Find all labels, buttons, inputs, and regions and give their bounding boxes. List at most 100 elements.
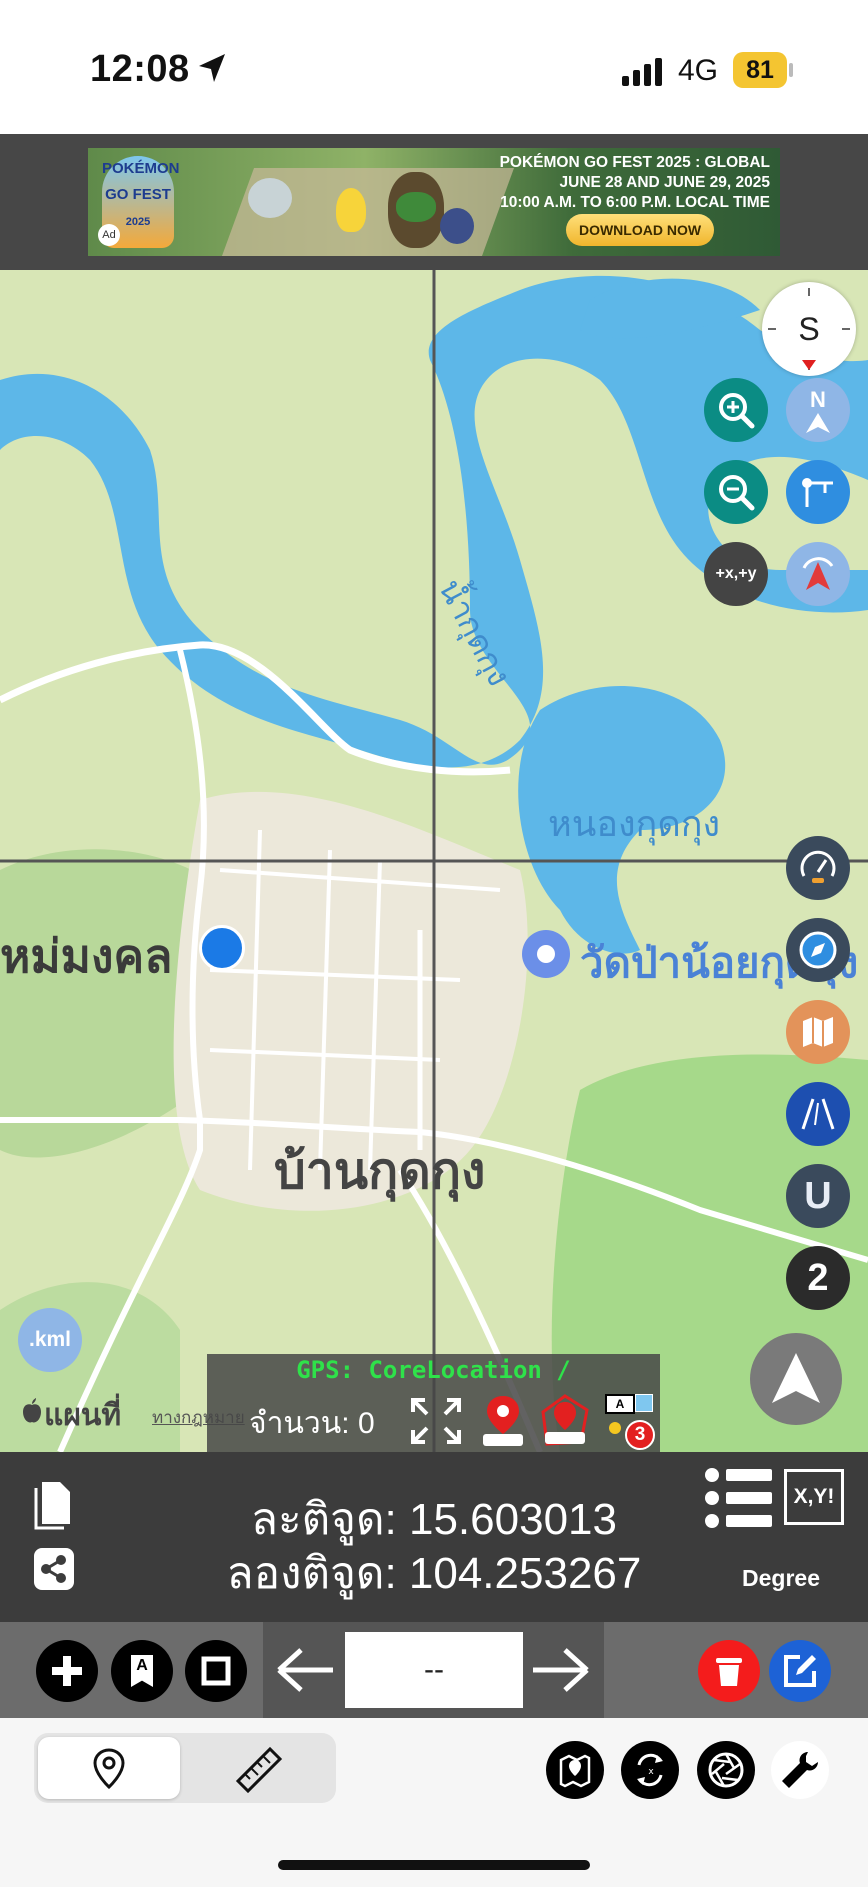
edit-button[interactable]: [769, 1640, 831, 1702]
coordinate-offset-button[interactable]: +x,+y: [704, 542, 768, 606]
list-button[interactable]: [704, 1467, 774, 1529]
ad-line-3: 10:00 A.M. TO 6:00 P.M. LOCAL TIME: [500, 194, 770, 211]
apple-logo-icon: [23, 1398, 41, 1423]
magnet-button[interactable]: U: [786, 1164, 850, 1228]
plus-icon: [52, 1656, 82, 1686]
map-pin-icon: [483, 1396, 523, 1446]
north-up-button[interactable]: N: [786, 378, 850, 442]
poi-dot: [537, 945, 555, 963]
magnet-icon: U: [804, 1174, 832, 1217]
speedometer-icon: [800, 850, 836, 883]
map-canvas: [0, 270, 868, 1452]
page-indicator[interactable]: --: [345, 1632, 523, 1708]
ad-line-2: JUNE 28 AND JUNE 29, 2025: [559, 174, 771, 191]
map-type-button[interactable]: [786, 1000, 850, 1064]
speedometer-button[interactable]: [786, 836, 850, 900]
map-marker-icon: [559, 1754, 591, 1788]
map-view[interactable]: น้ำกุดกุง หนองกุดกุง หม่มงคล วัดป่าน้อยก…: [0, 270, 868, 1452]
add-button[interactable]: [36, 1640, 98, 1702]
settings-button[interactable]: [771, 1741, 829, 1799]
label-a-icon: A: [605, 1394, 635, 1414]
convert-button[interactable]: x: [621, 1741, 679, 1799]
xy-convert-button[interactable]: X,Y!: [784, 1469, 844, 1525]
add-pin-button[interactable]: [479, 1394, 527, 1448]
road-mode-button[interactable]: [786, 1082, 850, 1146]
ad-line-1: POKÉMON GO FEST 2025 : GLOBAL: [499, 154, 770, 171]
camera-button[interactable]: [697, 1741, 755, 1799]
navigation-arrow-icon: [802, 557, 834, 590]
next-arrow-icon[interactable]: [531, 1646, 591, 1694]
temple-poi-icon[interactable]: [522, 930, 570, 978]
label-layers-button[interactable]: A 3: [599, 1394, 655, 1450]
map-search-button[interactable]: [546, 1741, 604, 1799]
current-location-dot: [199, 925, 245, 971]
swap-icon: x: [637, 1753, 663, 1787]
edit-icon: [784, 1655, 816, 1687]
signal-icon: [622, 58, 662, 86]
download-now-button[interactable]: DOWNLOAD NOW: [566, 214, 714, 246]
battery-cap: [789, 63, 793, 77]
coordinate-panel: ละติจูด: 15.603013 ลองติจูด: 104.253267 …: [0, 1452, 868, 1622]
zoom-in-button[interactable]: [704, 378, 768, 442]
north-arrow-icon: [806, 413, 830, 433]
compass-button[interactable]: S: [762, 282, 856, 376]
pin-area-button[interactable]: [537, 1392, 593, 1450]
ad-banner[interactable]: POKÉMON GO FEST 2025 Ad POKÉMON GO FEST …: [88, 148, 780, 256]
pond-label: หนองกุดกุง: [548, 803, 721, 844]
village-west-label: หม่มงคล: [0, 930, 173, 982]
ad-pokemon-graphic: [248, 178, 292, 218]
ruler-icon: [235, 1746, 283, 1793]
ad-logo-year: 2025: [125, 216, 151, 228]
gps-panel: GPS: CoreLocation / จำนวน: 0 A 3: [207, 1354, 660, 1452]
gps-source-label: GPS: CoreLocation /: [296, 1356, 571, 1384]
aperture-icon: [708, 1752, 744, 1788]
home-indicator[interactable]: [278, 1860, 590, 1870]
trash-icon: [716, 1658, 742, 1686]
folded-map-icon: [803, 1017, 833, 1047]
label-tag-icon: A: [131, 1655, 153, 1687]
add-label-button[interactable]: A: [111, 1640, 173, 1702]
status-bar: 12:08 4G 81: [0, 0, 868, 134]
dot-icon: [609, 1422, 621, 1434]
map-pin-outline-icon: [93, 1748, 125, 1790]
svg-text:x: x: [648, 1767, 654, 1777]
kml-button[interactable]: .kml: [18, 1308, 82, 1372]
point-count: จำนวน: 0: [249, 1407, 375, 1440]
status-time: 12:08: [90, 48, 190, 90]
location-arrow-icon: [199, 54, 225, 82]
zoom-out-icon: [719, 475, 755, 511]
list-icon: [705, 1468, 772, 1528]
edit-toolbar: A --: [0, 1622, 868, 1718]
tab-pin-mode[interactable]: [38, 1737, 180, 1799]
pikachu-graphic: [336, 188, 366, 232]
expand-icon: [411, 1398, 461, 1444]
network-label: 4G: [678, 54, 719, 87]
add-area-button[interactable]: [185, 1640, 247, 1702]
navigate-button[interactable]: [786, 542, 850, 606]
compass-mode-button[interactable]: [786, 918, 850, 982]
delete-button[interactable]: [698, 1640, 760, 1702]
zoom-out-button[interactable]: [704, 460, 768, 524]
fit-all-button[interactable]: [409, 1396, 463, 1446]
ad-logo-text: POKÉMON GO FEST: [102, 160, 180, 203]
wrench-icon: [782, 1752, 818, 1788]
road-icon: [801, 1098, 835, 1130]
maps-brand: แผนที่: [44, 1399, 122, 1432]
prev-arrow-icon[interactable]: [275, 1646, 335, 1694]
tab-measure-mode[interactable]: [184, 1737, 332, 1799]
pin-area-icon: [541, 1394, 589, 1446]
north-letter: N: [810, 387, 826, 412]
measure-line-button[interactable]: [786, 460, 850, 524]
battery-level: 81: [733, 52, 787, 88]
layer-count-badge[interactable]: 2: [786, 1246, 850, 1310]
compass-icon: [799, 931, 837, 969]
square-icon: [201, 1656, 231, 1686]
badge-count: 3: [625, 1420, 655, 1450]
line-tool-icon: [802, 478, 833, 507]
unit-label[interactable]: Degree: [714, 1565, 848, 1592]
compass-letter: S: [798, 310, 820, 347]
zoom-in-icon: [719, 393, 755, 429]
ad-character-leaf: [396, 192, 436, 222]
image-icon: [635, 1394, 653, 1412]
locate-me-button[interactable]: [750, 1333, 842, 1425]
